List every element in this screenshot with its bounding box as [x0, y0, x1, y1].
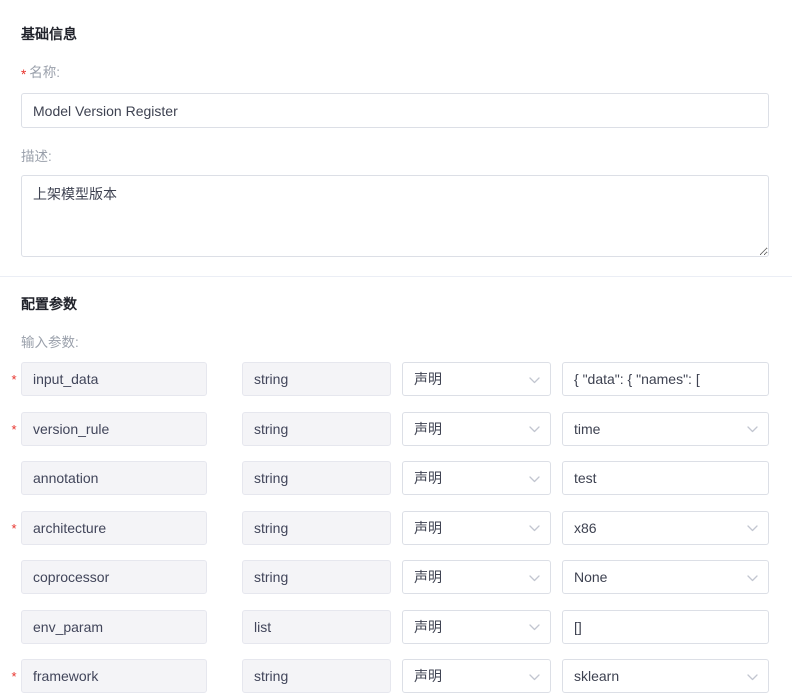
param-mode-select[interactable]: 声明: [402, 560, 551, 594]
param-value-input[interactable]: test: [562, 461, 769, 495]
param-mode-select[interactable]: 声明: [402, 461, 551, 495]
param-mode-text: 声明: [414, 618, 442, 635]
param-type-field[interactable]: string: [242, 560, 391, 594]
input-params-label: 输入参数:: [21, 335, 79, 350]
param-row: annotation string 声明 test: [0, 461, 792, 511]
param-row: env_param list 声明 []: [0, 609, 792, 660]
param-name-text: framework: [33, 668, 99, 684]
param-name-field[interactable]: architecture: [21, 510, 207, 545]
name-label-text: 名称:: [29, 65, 61, 80]
param-row: * framework string 声明 sklearn: [0, 659, 792, 693]
param-row: * version_rule string 声明 time: [0, 411, 792, 462]
model-version-register-form: 基础信息 *名称: 描述: 上架模型版本 配置参数 输入参数: *input_d…: [0, 0, 792, 693]
chevron-down-icon: [527, 363, 541, 395]
param-type-field[interactable]: list: [242, 609, 391, 644]
chevron-down-icon: [527, 462, 541, 494]
required-asterisk-icon: *: [11, 372, 17, 387]
param-mode-text: 声明: [414, 668, 442, 684]
param-value-select[interactable]: x86: [562, 510, 769, 545]
description-textarea[interactable]: 上架模型版本: [21, 175, 769, 257]
param-value-text: { "data": { "names": [: [574, 371, 700, 387]
required-asterisk-icon: *: [21, 67, 27, 82]
param-value-text: None: [574, 569, 608, 585]
param-type-text: string: [254, 519, 289, 536]
input-params-rows: * input_data string 声明{ "data": { "names": …: [0, 362, 792, 693]
chevron-down-icon: [527, 611, 541, 643]
param-name-field[interactable]: framework: [21, 659, 207, 693]
param-type-text: string: [254, 420, 289, 437]
description-field-label: 描述:: [21, 149, 52, 164]
chevron-down-icon: [745, 660, 759, 692]
param-name-text: annotation: [33, 470, 99, 486]
section-divider: [0, 276, 792, 277]
param-row: * architecture string 声明 x86: [0, 510, 792, 561]
param-value-input[interactable]: { "data": { "names": [: [562, 362, 769, 396]
config-params-heading: 配置参数: [21, 296, 77, 312]
param-type-text: string: [254, 371, 289, 387]
param-row: * input_data string 声明 { "data": { "names": …: [0, 362, 792, 412]
param-mode-select[interactable]: 声明: [402, 609, 551, 644]
param-value-text: x86: [574, 519, 597, 536]
param-mode-select[interactable]: 声明: [402, 659, 551, 693]
param-mode-text: 声明: [414, 420, 442, 437]
param-mode-select[interactable]: 声明: [402, 411, 551, 446]
param-value-input[interactable]: []: [562, 609, 769, 644]
param-value-text: []: [574, 618, 582, 635]
param-type-text: list: [254, 618, 272, 635]
chevron-down-icon: [527, 561, 541, 593]
param-value-text: time: [574, 420, 601, 437]
chevron-down-icon: [745, 512, 759, 544]
param-name-text: coprocessor: [33, 569, 110, 585]
required-asterisk-icon: *: [11, 520, 17, 536]
param-name-field[interactable]: env_param: [21, 609, 207, 644]
param-name-field[interactable]: annotation: [21, 461, 207, 495]
param-name-field[interactable]: version_rule: [21, 411, 207, 446]
chevron-down-icon: [527, 413, 541, 445]
param-name-text: version_rule: [33, 420, 110, 437]
param-row: coprocessor string 声明 None: [0, 560, 792, 610]
basic-info-heading: 基础信息: [21, 26, 77, 42]
param-mode-select[interactable]: 声明: [402, 510, 551, 545]
chevron-down-icon: [527, 660, 541, 692]
param-value-text: test: [574, 470, 597, 486]
name-input[interactable]: [21, 93, 769, 128]
chevron-down-icon: [745, 561, 759, 593]
param-type-text: string: [254, 569, 289, 585]
required-asterisk-icon: *: [11, 669, 17, 684]
param-value-select[interactable]: sklearn: [562, 659, 769, 693]
param-name-text: architecture: [33, 519, 107, 536]
param-mode-text: 声明: [414, 371, 442, 387]
param-value-text: sklearn: [574, 668, 620, 684]
param-type-field[interactable]: string: [242, 461, 391, 495]
param-type-field[interactable]: string: [242, 362, 391, 396]
param-type-field[interactable]: string: [242, 659, 391, 693]
input-params-table: * input_data string 声明{ "data": { "names": …: [0, 362, 792, 693]
param-name-text: input_data: [33, 371, 99, 387]
param-name-field[interactable]: input_data: [21, 362, 207, 396]
param-type-text: string: [254, 470, 289, 486]
param-mode-text: 声明: [414, 569, 442, 585]
param-type-field[interactable]: string: [242, 510, 391, 545]
param-mode-text: 声明: [414, 519, 442, 536]
name-field-label: * 名称:: [21, 65, 61, 82]
param-type-field[interactable]: string: [242, 411, 391, 446]
param-name-text: env_param: [33, 618, 104, 635]
param-value-select[interactable]: time: [562, 411, 769, 446]
param-name-field[interactable]: coprocessor: [21, 560, 207, 594]
param-type-text: string: [254, 668, 289, 684]
param-mode-text: 声明: [414, 470, 442, 486]
chevron-down-icon: [527, 512, 541, 544]
param-value-select[interactable]: None: [562, 560, 769, 594]
required-asterisk-icon: *: [11, 421, 17, 437]
chevron-down-icon: [745, 413, 759, 445]
param-mode-select[interactable]: 声明: [402, 362, 551, 396]
